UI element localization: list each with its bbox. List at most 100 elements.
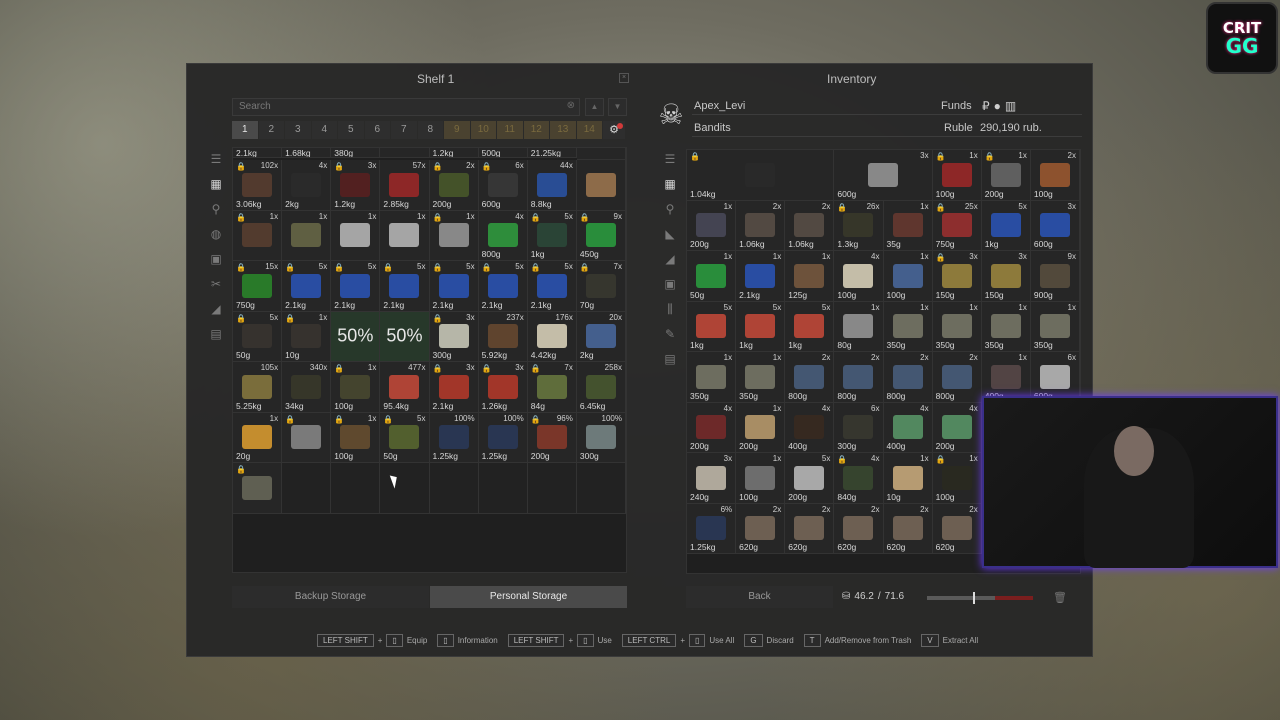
item-slot[interactable]: 100% 1.25kg [478,412,528,463]
item-slot[interactable]: 1x 10g [883,453,933,504]
item-slot[interactable]: 🔒 1.04kg [687,150,835,201]
empty-slot[interactable] [331,463,381,514]
item-slot[interactable]: 4x 400g [883,402,933,453]
item-slot[interactable]: 3x 240g [687,453,737,504]
item-slot[interactable]: 🔒 7x 84g [527,362,577,413]
item-slot[interactable]: 176x 4.42kg [527,311,577,362]
item-slot[interactable]: 2.1kg [233,148,283,158]
item-slot[interactable] [576,160,626,211]
item-slot[interactable]: 6x600g [1030,352,1080,403]
item-slot[interactable]: 100% 300g [576,412,626,463]
item-slot[interactable]: 1.68kg [282,148,332,158]
tab-page[interactable]: 8 [417,121,443,139]
tab-page[interactable]: 14 [576,121,602,139]
item-slot[interactable]: 🔒 15x 750g [233,261,283,312]
item-slot[interactable]: 1x 200g [736,402,786,453]
item-slot[interactable]: 477x 95.4kg [380,362,430,413]
empty-slot[interactable] [380,463,430,514]
item-slot[interactable]: 1x [380,210,430,261]
bars-filter-icon[interactable]: ⫼ [663,302,677,316]
link-filter-icon[interactable]: ⚲ [663,202,677,216]
grid-view-icon[interactable]: ▦ [663,177,677,191]
item-slot[interactable]: 6% 1.25kg [687,503,737,554]
shelf-close-icon[interactable]: × [619,73,629,83]
tab-settings-icon[interactable]: ⚙ [603,121,625,139]
weapon-filter-icon[interactable]: ◣ [663,227,677,241]
sort-up-icon[interactable]: ▲ [585,98,604,116]
ammo-filter-icon[interactable]: ◢ [209,302,223,316]
item-slot[interactable]: 2x 1.06kg [785,200,835,251]
item-slot[interactable]: 2x 620g [736,503,786,554]
item-slot[interactable]: 5x 1kg [687,301,737,352]
tab-page[interactable]: 9 [444,121,470,139]
item-slot[interactable]: 🔒 5x 1kg [527,210,577,261]
storage-filter-icon[interactable]: ▤ [663,352,677,366]
camera-filter-icon[interactable]: ▣ [663,277,677,291]
item-slot[interactable]: 🔒 102x 3.06kg [233,160,283,211]
item-slot[interactable]: 50% [331,311,381,362]
stash-icon[interactable]: ▥ [1005,99,1016,113]
item-slot[interactable]: 2x 620g [785,503,835,554]
item-slot[interactable]: 9x 900g [1030,251,1080,302]
backup-storage-button[interactable]: Backup Storage [232,586,429,608]
item-slot[interactable]: 1x 20g [233,412,283,463]
item-slot[interactable]: 1x 350g [687,352,737,403]
ammo-filter-icon[interactable]: ◢ [663,252,677,266]
item-slot[interactable]: 🔒 5x 2.1kg [380,261,430,312]
item-slot[interactable]: 4x 200g [932,402,982,453]
item-slot[interactable]: 6x 300g [834,402,884,453]
item-slot[interactable]: 1x 80g [834,301,884,352]
item-slot[interactable]: 57x 2.85kg [380,160,430,211]
tab-page[interactable]: 3 [285,121,311,139]
item-slot[interactable]: 5x 1kg [981,200,1031,251]
item-slot[interactable]: 4x 2kg [282,160,332,211]
item-slot[interactable]: 🔒 1x 100g [932,150,982,201]
item-slot[interactable]: 4x 400g [785,402,835,453]
item-slot[interactable]: 1x 350g [932,301,982,352]
grid-view-icon[interactable]: ▦ [209,177,223,191]
tab-page[interactable]: 12 [523,121,549,139]
item-slot[interactable]: 1x [282,210,332,261]
search-input[interactable]: Search ⊗ [232,98,580,116]
item-slot[interactable]: 2x 100g [1030,150,1080,201]
item-slot[interactable]: 1x 35g [883,200,933,251]
tab-page[interactable]: 13 [550,121,576,139]
item-slot[interactable]: 🔒 5x 2.1kg [527,261,577,312]
empty-slot[interactable] [576,463,626,514]
camera-filter-icon[interactable]: ▣ [209,252,223,266]
item-slot[interactable]: 🔒 25x 750g [932,200,982,251]
item-slot[interactable]: 4x 200g [687,402,737,453]
clear-search-icon[interactable]: ⊗ [567,100,575,111]
list-view-icon[interactable]: ☰ [663,152,677,166]
item-slot[interactable]: 20x 2kg [576,311,626,362]
item-slot[interactable]: 44x 8.8kg [527,160,577,211]
item-slot[interactable]: 1x [331,210,381,261]
item-slot[interactable]: 340x 34kg [282,362,332,413]
item-slot[interactable]: 1x 350g [736,352,786,403]
item-slot[interactable]: 🔒 2x 200g [429,160,479,211]
item-slot[interactable]: 🔒 [233,463,283,514]
item-slot[interactable]: 🔒 [282,412,332,463]
item-slot[interactable]: 🔒 3x 2.1kg [429,362,479,413]
item-slot[interactable]: 2x 620g [883,503,933,554]
item-slot[interactable]: 1x 2.1kg [736,251,786,302]
item-slot[interactable]: 🔒 7x 70g [576,261,626,312]
item-slot[interactable]: 5x 1kg [736,301,786,352]
item-slot[interactable]: 105x 5.25kg [233,362,283,413]
personal-storage-button[interactable]: Personal Storage [430,586,627,608]
empty-slot[interactable] [282,463,332,514]
item-slot[interactable]: 1x 125g [785,251,835,302]
item-slot[interactable]: 5x 200g [785,453,835,504]
item-slot[interactable]: 🔒 96% 200g [527,412,577,463]
item-slot[interactable]: 🔒 1x 10g [282,311,332,362]
item-slot[interactable]: 🔒 1x 200g [981,150,1031,201]
item-slot[interactable]: 3x 150g [981,251,1031,302]
item-slot[interactable]: 🔒 5x 50g [380,412,430,463]
item-slot[interactable]: 🔒 4x 840g [834,453,884,504]
item-slot[interactable]: 🔒 1x 100g [331,362,381,413]
tab-page[interactable]: 4 [311,121,337,139]
tab-page[interactable]: 2 [258,121,284,139]
storage-filter-icon[interactable]: ▤ [209,327,223,341]
item-slot[interactable]: 🔒 3x 300g [429,311,479,362]
item-slot[interactable]: 5x 1kg [785,301,835,352]
